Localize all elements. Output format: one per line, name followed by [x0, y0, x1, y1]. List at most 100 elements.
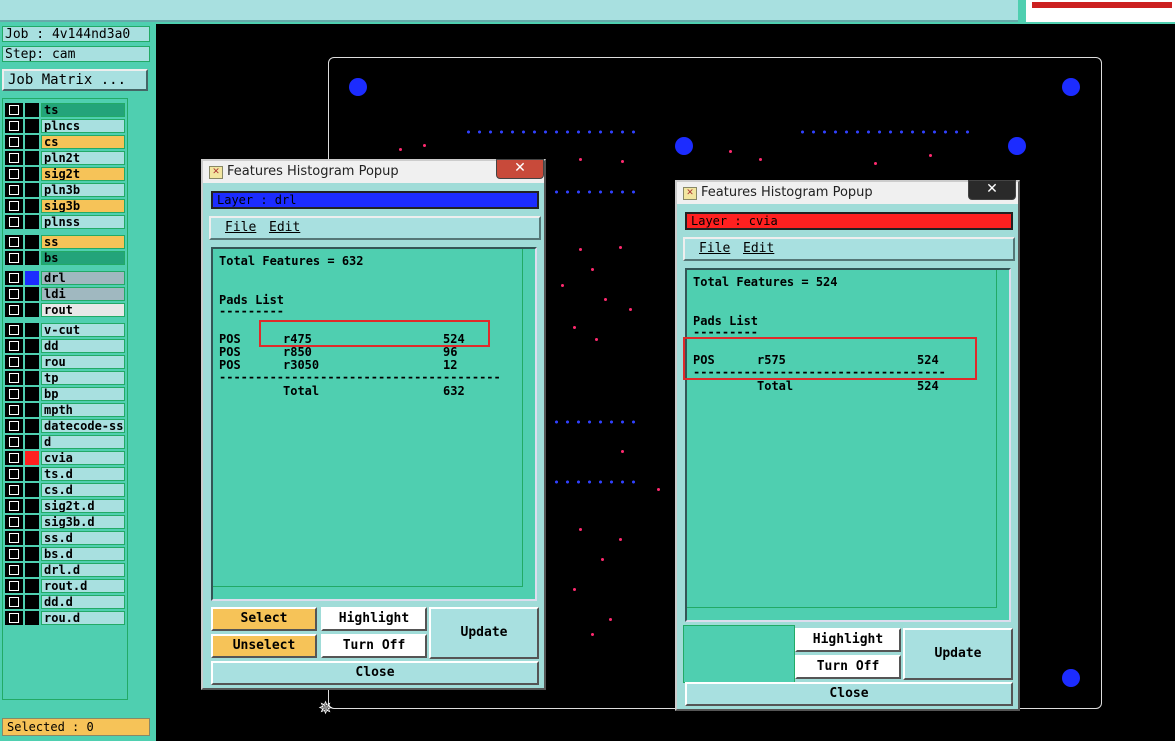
layer-checkbox[interactable] [5, 135, 23, 149]
close-button[interactable]: Close [685, 682, 1013, 706]
layer-checkbox[interactable] [5, 339, 23, 353]
layer-row[interactable]: pln3b [5, 183, 125, 197]
layer-row[interactable]: drl [5, 271, 125, 285]
layer-row[interactable]: plnss [5, 215, 125, 229]
layer-name[interactable]: cs.d [41, 483, 125, 497]
highlight-button[interactable]: Highlight [795, 628, 901, 652]
histogram-text-area[interactable]: Total Features = 524 Pads List ---------… [685, 268, 1011, 622]
layer-name[interactable]: rout.d [41, 579, 125, 593]
layer-name[interactable]: pln3b [41, 183, 125, 197]
layer-checkbox[interactable] [5, 103, 23, 117]
layer-checkbox[interactable] [5, 611, 23, 625]
layer-row[interactable]: tp [5, 371, 125, 385]
layer-checkbox[interactable] [5, 499, 23, 513]
layer-name[interactable]: cs [41, 135, 125, 149]
layer-row[interactable]: bs [5, 251, 125, 265]
layer-checkbox[interactable] [5, 303, 23, 317]
layer-row[interactable]: mpth [5, 403, 125, 417]
edit-menu[interactable]: Edit [269, 218, 300, 238]
layer-row[interactable]: ss.d [5, 531, 125, 545]
layer-row[interactable]: d [5, 435, 125, 449]
select-button[interactable]: Select [211, 607, 317, 631]
layer-checkbox[interactable] [5, 323, 23, 337]
turn-off-button[interactable]: Turn Off [321, 634, 427, 658]
layer-name[interactable]: ss [41, 235, 125, 249]
layer-name[interactable]: rou.d [41, 611, 125, 625]
layer-checkbox[interactable] [5, 451, 23, 465]
layer-row[interactable]: ts [5, 103, 125, 117]
file-menu[interactable]: File [225, 218, 256, 238]
layer-name[interactable]: drl.d [41, 563, 125, 577]
layer-name[interactable]: dd.d [41, 595, 125, 609]
popup-title-bar[interactable]: ✕ Features Histogram Popup ✕ [677, 180, 1018, 204]
layer-row[interactable]: ts.d [5, 467, 125, 481]
layer-name[interactable]: v-cut [41, 323, 125, 337]
layer-checkbox[interactable] [5, 287, 23, 301]
layer-row[interactable]: v-cut [5, 323, 125, 337]
update-button[interactable]: Update [903, 628, 1013, 680]
layer-name[interactable]: drl [41, 271, 125, 285]
layer-name[interactable]: cvia [41, 451, 125, 465]
layer-checkbox[interactable] [5, 547, 23, 561]
layer-name[interactable]: ts [41, 103, 125, 117]
layer-row[interactable]: ldi [5, 287, 125, 301]
layer-row[interactable]: bs.d [5, 547, 125, 561]
layer-checkbox[interactable] [5, 515, 23, 529]
horizontal-scrollbar[interactable] [687, 607, 997, 620]
layer-row[interactable]: sig3b.d [5, 515, 125, 529]
layer-row[interactable]: rout [5, 303, 125, 317]
layer-row[interactable]: bp [5, 387, 125, 401]
layer-row[interactable]: dd.d [5, 595, 125, 609]
highlight-button[interactable]: Highlight [321, 607, 427, 631]
layer-name[interactable]: sig2t [41, 167, 125, 181]
close-button[interactable]: Close [211, 661, 539, 685]
layer-row[interactable]: plncs [5, 119, 125, 133]
layer-checkbox[interactable] [5, 251, 23, 265]
layer-checkbox[interactable] [5, 579, 23, 593]
layer-checkbox[interactable] [5, 595, 23, 609]
close-window-button[interactable]: ✕ [968, 180, 1016, 200]
layer-name[interactable]: d [41, 435, 125, 449]
layer-name[interactable]: plncs [41, 119, 125, 133]
layer-name[interactable]: ss.d [41, 531, 125, 545]
layer-checkbox[interactable] [5, 419, 23, 433]
layer-checkbox[interactable] [5, 467, 23, 481]
layer-name[interactable]: ts.d [41, 467, 125, 481]
horizontal-scrollbar[interactable] [213, 586, 523, 599]
layer-row[interactable]: sig3b [5, 199, 125, 213]
vertical-scrollbar[interactable] [996, 270, 1009, 608]
layer-row[interactable]: dd [5, 339, 125, 353]
file-menu[interactable]: File [699, 239, 730, 259]
layer-name[interactable]: ldi [41, 287, 125, 301]
layer-checkbox[interactable] [5, 167, 23, 181]
layer-name[interactable]: mpth [41, 403, 125, 417]
layer-checkbox[interactable] [5, 271, 23, 285]
layer-checkbox[interactable] [5, 199, 23, 213]
turn-off-button[interactable]: Turn Off [795, 655, 901, 679]
edit-menu[interactable]: Edit [743, 239, 774, 259]
job-matrix-button[interactable]: Job Matrix ... [2, 69, 148, 91]
layer-name[interactable]: dd [41, 339, 125, 353]
layer-name[interactable]: rout [41, 303, 125, 317]
layer-checkbox[interactable] [5, 531, 23, 545]
layer-checkbox[interactable] [5, 355, 23, 369]
layer-checkbox[interactable] [5, 371, 23, 385]
layer-row[interactable]: sig2t.d [5, 499, 125, 513]
layer-checkbox[interactable] [5, 119, 23, 133]
layer-name[interactable]: tp [41, 371, 125, 385]
layer-checkbox[interactable] [5, 403, 23, 417]
layer-checkbox[interactable] [5, 215, 23, 229]
layer-checkbox[interactable] [5, 435, 23, 449]
layer-name[interactable]: sig3b [41, 199, 125, 213]
layer-checkbox[interactable] [5, 387, 23, 401]
layer-checkbox[interactable] [5, 483, 23, 497]
layer-checkbox[interactable] [5, 183, 23, 197]
layer-name[interactable]: rou [41, 355, 125, 369]
layer-checkbox[interactable] [5, 235, 23, 249]
layer-name[interactable]: sig2t.d [41, 499, 125, 513]
layer-name[interactable]: bp [41, 387, 125, 401]
popup-title-bar[interactable]: ✕ Features Histogram Popup ✕ [203, 159, 544, 183]
layer-name[interactable]: bs [41, 251, 125, 265]
layer-row[interactable]: rout.d [5, 579, 125, 593]
vertical-scrollbar[interactable] [522, 249, 535, 587]
